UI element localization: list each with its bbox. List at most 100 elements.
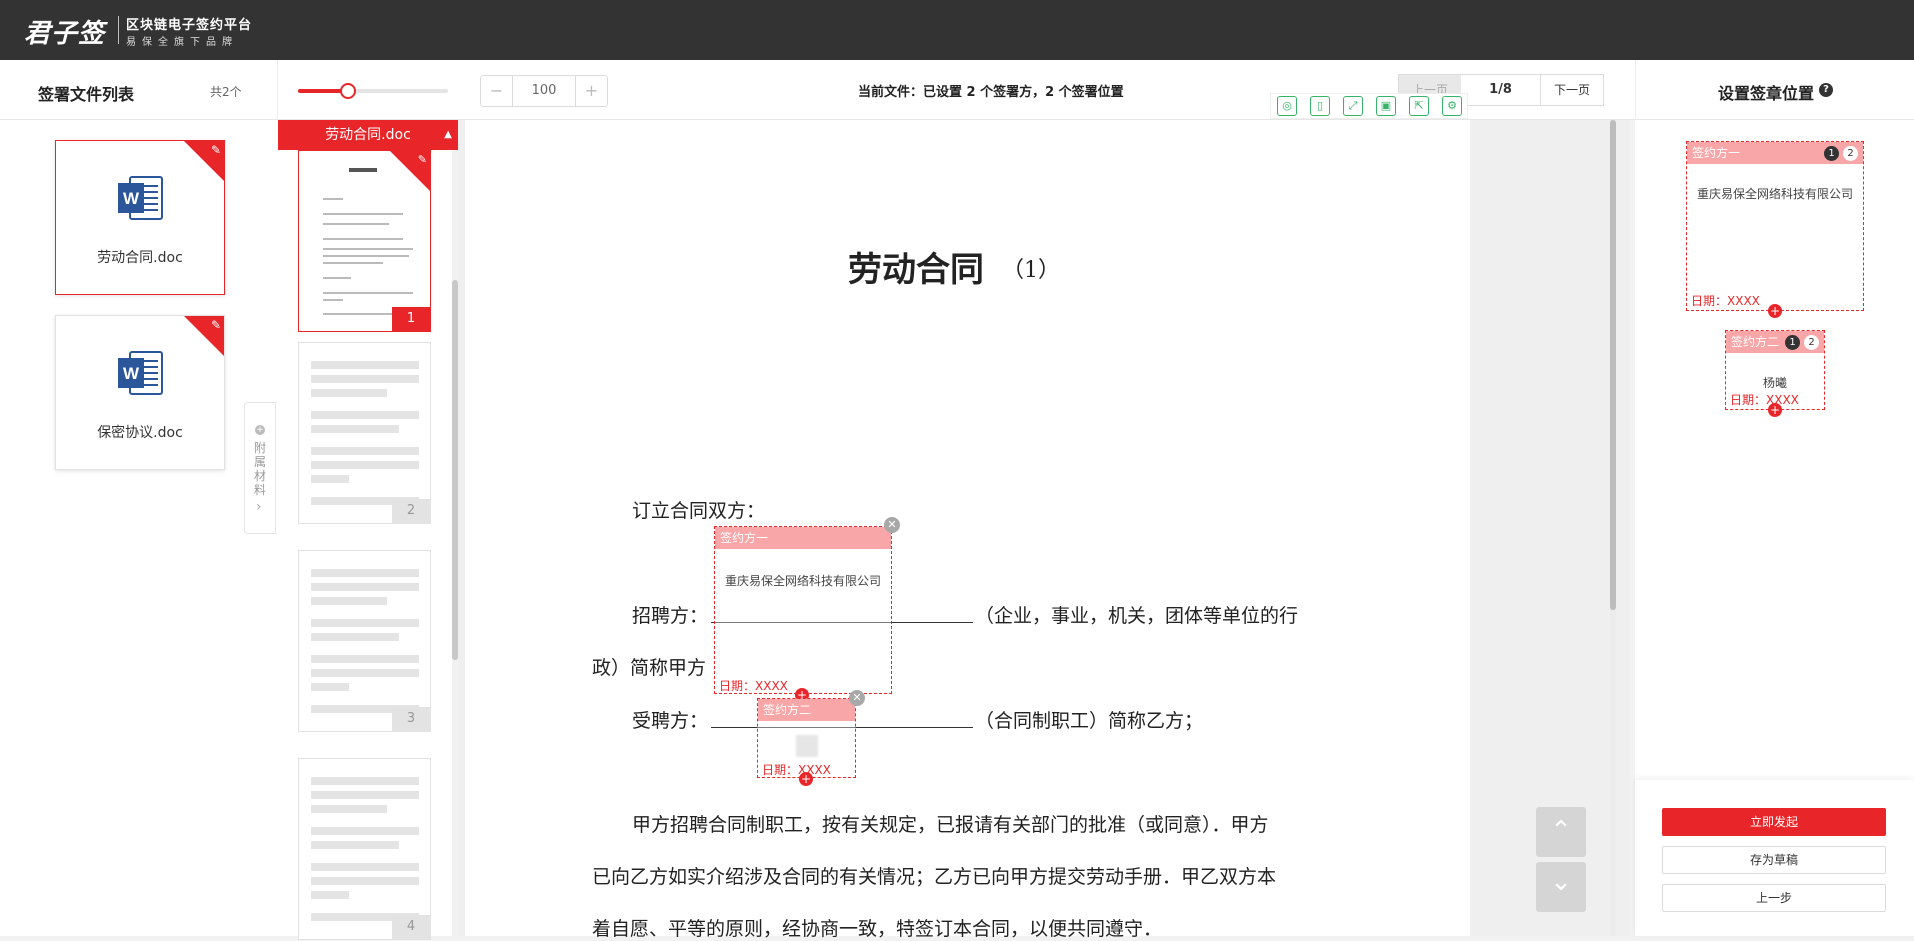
resize-handle-icon[interactable]: + (1768, 304, 1782, 318)
top-bar: 君子签 区块链电子签约平台 易保全旗下品牌 (0, 0, 1914, 60)
page-thumbnail-2[interactable]: 2 (298, 342, 431, 524)
page-thumbnail-3[interactable]: 3 (298, 550, 431, 732)
thumb-line (311, 461, 419, 469)
doc-line-employee-label: 受聘方： (632, 710, 709, 732)
thumb-line (311, 375, 419, 383)
launch-button[interactable]: 立即发起 (1662, 808, 1886, 836)
thumb-line (311, 777, 419, 785)
thumb-line (323, 213, 403, 215)
page-number: 4 (392, 915, 430, 939)
page-number: 1 (392, 307, 430, 331)
thumb-line (323, 248, 413, 250)
file-list-header: 签署文件列表 共2个 (0, 60, 278, 120)
thumb-line (311, 683, 349, 691)
doc-para1-line1: 甲方招聘合同制职工，按有关规定，已报请有关部门的批准（或同意）．甲方 (632, 814, 1269, 836)
page-indicator[interactable]: 1/8 (1461, 75, 1541, 105)
document-tools: ◎ ▯ ⤢ ▣ ⇱ ⚙ (1270, 93, 1468, 119)
zoom-decrease-button[interactable]: − (481, 76, 513, 106)
help-icon[interactable]: ? (1819, 83, 1833, 97)
scrollbar-thumb[interactable] (1610, 120, 1616, 610)
settings-gear-icon[interactable]: ⚙ (1442, 96, 1462, 116)
thumb-line (311, 827, 419, 835)
next-page-button[interactable]: 下一页 (1541, 75, 1603, 105)
document-title: 劳动合同 (848, 250, 984, 290)
zoom-slider[interactable] (298, 83, 448, 99)
signature-company-name: 重庆易保全网络科技有限公司 (724, 574, 881, 588)
template-seal-date: 日期：XXXX (1730, 393, 1799, 407)
zoom-input[interactable]: 100 (513, 76, 575, 106)
resize-handle-icon[interactable]: + (799, 772, 813, 786)
thumb-line (323, 223, 389, 225)
thumbnail-panel: 劳动合同.doc ▲ ✎ 1 2 3 4 (278, 120, 458, 940)
doc-line-employer-label: 招聘方： (632, 605, 709, 627)
svg-text:W: W (123, 189, 140, 208)
thumb-line (323, 277, 351, 279)
thumb-line (311, 569, 419, 577)
fit-page-icon[interactable]: ▯ (1310, 96, 1330, 116)
template-seal-party1[interactable]: 签约方一 1 2 重庆易保全网络科技有限公司 日期：XXXX (1686, 141, 1864, 311)
chevron-right-icon: › (256, 499, 262, 515)
signature-box-party2[interactable]: 签约方二 日期：XXXX (757, 698, 856, 778)
brand-logo[interactable]: 君子签 (24, 13, 105, 50)
thumbnail-header[interactable]: 劳动合同.doc ▲ (278, 120, 458, 150)
doc-line-employee-suffix: （合同制职工）简称乙方； (975, 710, 1204, 732)
save-icon[interactable]: ▣ (1376, 96, 1396, 116)
file-list-panel: ✎ W 劳动合同.doc ✎ W 保密协议.doc (0, 120, 278, 936)
signature-box-party1[interactable]: 签约方一 重庆易保全网络科技有限公司 日期：XXXX (714, 526, 892, 694)
template-seal-date: 日期：XXXX (1691, 294, 1760, 308)
scroll-top-icon[interactable]: ⌃ (1536, 807, 1586, 857)
page-number: 2 (392, 499, 430, 523)
template-seal-party2[interactable]: 签约方二 1 2 杨曦 日期：XXXX (1725, 330, 1825, 410)
seal-count-badge: 2 (1804, 335, 1819, 350)
zoom-slider-handle[interactable] (339, 83, 356, 99)
right-panel-title: 设置签章位置 (1718, 84, 1815, 103)
back-button[interactable]: 上一步 (1662, 884, 1886, 912)
thumb-line (311, 791, 419, 799)
doc-line-parties: 订立合同双方： (632, 500, 766, 522)
file-card-1[interactable]: ✎ W 劳动合同.doc (55, 140, 225, 295)
fullscreen-icon[interactable]: ⤢ (1343, 96, 1363, 116)
document-scrollbar[interactable] (1610, 120, 1616, 936)
seal-count-badge: 2 (1843, 146, 1858, 161)
add-icon: + (255, 425, 265, 435)
page-number: 3 (392, 707, 430, 731)
file-list-title: 签署文件列表 (38, 85, 135, 104)
caret-up-icon: ▲ (444, 129, 452, 140)
doc-para1-line2: 已向乙方如实介绍涉及合同的有关情况；乙方已向甲方提交劳动手册．甲乙双方本 (592, 866, 1277, 888)
thumb-line (311, 891, 349, 899)
document-page[interactable]: 劳动合同 （1） 订立合同双方： 招聘方： （企业，事业，机关，团体等单位的行 … (465, 120, 1470, 940)
page-thumbnail-4[interactable]: 4 (298, 758, 431, 940)
thumb-line (311, 619, 419, 627)
doc-line-employer-cont: 政）简称甲方 (592, 657, 707, 679)
thumb-line (323, 292, 413, 294)
zoom-increase-button[interactable]: + (575, 76, 607, 106)
close-icon[interactable]: ✕ (849, 690, 865, 706)
thumb-line (311, 475, 349, 483)
file-name: 保密协议.doc (97, 425, 183, 441)
word-doc-icon: W (118, 176, 163, 220)
thumb-line (311, 425, 399, 433)
current-file-status: 当前文件：已设置 2 个签署方，2 个签署位置 (858, 85, 1124, 100)
scroll-bottom-icon[interactable]: ⌄ (1536, 862, 1586, 912)
signature-image (796, 735, 818, 757)
signature-box-header: 签约方二 (758, 699, 855, 721)
close-icon[interactable]: ✕ (884, 517, 900, 533)
resize-handle-icon[interactable]: + (1768, 403, 1782, 417)
export-icon[interactable]: ⇱ (1409, 96, 1429, 116)
thumb-line (311, 633, 399, 641)
thumb-line (311, 583, 419, 591)
zoom-stepper: − 100 + (480, 75, 608, 107)
attachment-tab[interactable]: + 附属材料 › (244, 402, 276, 534)
zoom-reset-icon[interactable]: ◎ (1277, 96, 1297, 116)
pen-icon: ✎ (210, 318, 221, 332)
file-card-2[interactable]: ✎ W 保密协议.doc (55, 315, 225, 470)
toolbar: 签署文件列表 共2个 − 100 + 当前文件：已设置 2 个签署方，2 个签署… (0, 60, 1914, 120)
thumbnail-file-name: 劳动合同.doc (325, 127, 411, 143)
brand-subline: 易保全旗下品牌 (126, 37, 238, 48)
page-thumbnail-1[interactable]: ✎ 1 (298, 150, 431, 332)
save-draft-button[interactable]: 存为草稿 (1662, 846, 1886, 874)
template-seal-name: 杨曦 (1762, 376, 1787, 390)
thumb-line (323, 299, 343, 301)
word-doc-icon: W (118, 351, 163, 395)
pen-icon: ✎ (210, 143, 221, 157)
